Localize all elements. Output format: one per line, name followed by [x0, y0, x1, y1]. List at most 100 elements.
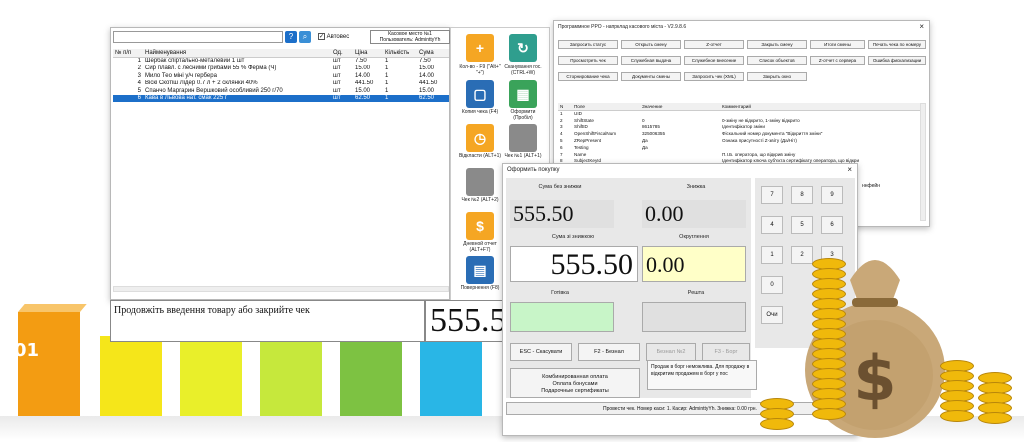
quantity-button[interactable]: +	[466, 34, 494, 62]
change-field	[642, 302, 746, 332]
close-shift-button[interactable]: Закрыть смену	[747, 40, 807, 49]
param-comment: 0-зміну не відкрито, 1-зміну відкрито	[722, 117, 800, 123]
discount-field[interactable]: 0.00	[642, 200, 746, 228]
table-row[interactable]: 3 ShiftID 8615785 Ідентифікатор зміни	[558, 124, 922, 131]
row-unit: шт	[333, 58, 341, 64]
fiscal-error-button[interactable]: Ошибка фискализации	[868, 56, 926, 65]
row-name: Шербак спіртально-металевий 1 шт	[145, 58, 245, 64]
table-row[interactable]: 7 Name П.І.Б. оператора, що відкрив зміну	[558, 151, 922, 158]
copy-receipt-button[interactable]: ▢	[466, 80, 494, 108]
service-withdrawal-button[interactable]: Служебная выдача	[621, 56, 681, 65]
table-row[interactable]: 1 UID	[558, 110, 922, 117]
receipt-1-button[interactable]	[509, 124, 537, 152]
param-field: UID	[574, 111, 582, 117]
key-7[interactable]: 7	[761, 186, 783, 204]
combined-payment-button[interactable]: Комбинированная оплата Оплата бонусами П…	[510, 368, 640, 398]
table-row[interactable]: 3 Мило Тео міні у/ч гербера шт 14.00 1 1…	[113, 72, 449, 80]
row-sum: 15.00	[419, 87, 435, 94]
param-value	[640, 110, 720, 117]
row-name: Мило Тео міні у/ч гербера	[145, 72, 217, 79]
postpone-button[interactable]: ◷	[466, 124, 494, 152]
postpone-label: Відкласти (ALT+1)	[458, 153, 502, 159]
z-report-button[interactable]: Z-отчет	[684, 40, 744, 49]
shift-documents-button[interactable]: Документы смены	[621, 72, 681, 81]
table-row[interactable]: 2 Сир плавл. с лесними грибами 55 % Ферм…	[113, 65, 449, 73]
total-display: 555.50	[425, 300, 505, 342]
table-row[interactable]: 6 Testing Да	[558, 144, 922, 151]
row-quantity: 1	[385, 72, 389, 79]
help-icon[interactable]: ?	[285, 31, 297, 43]
close-icon[interactable]: ×	[919, 22, 924, 31]
search-input[interactable]	[113, 31, 283, 43]
cashier-top-bar: ? ⌕ ✓ Автовес Касовое место №1 Пользоват…	[113, 30, 450, 45]
table-row[interactable]: 1 Шербак спіртально-металевий 1 шт шт 7.…	[113, 57, 449, 65]
checkout-label: Оформити (Пробіл)	[510, 109, 536, 121]
row-name: Віскі Скотіш Лідер 0.7 л + 2 склянки 40%	[145, 80, 258, 87]
key-9[interactable]: 9	[821, 186, 843, 204]
col-value: Значение	[640, 103, 720, 111]
goods-horizontal-scrollbar[interactable]	[113, 286, 449, 292]
row-unit: шт	[333, 72, 341, 79]
print-receipt-button[interactable]: Печать чека по номеру	[868, 40, 926, 49]
bar-blue	[420, 336, 482, 418]
z-report-server-button[interactable]: Z-отчет с сервера	[810, 56, 865, 65]
coin	[978, 412, 1012, 424]
close-window-button[interactable]: Закрыть окно	[747, 72, 807, 81]
param-comment: Ознака присутності Z-звіту (Да/Ніт)	[722, 138, 797, 144]
scan-button[interactable]: ↻	[509, 34, 537, 62]
table-row-selected[interactable]: 6 Кава в Львова нат. смак 225 г шт 62.50…	[113, 94, 449, 102]
table-row[interactable]: 4 Віскі Скотіш Лідер 0.7 л + 2 склянки 4…	[113, 80, 449, 88]
receipt-2-button[interactable]	[466, 168, 494, 196]
param-field: Testing	[574, 144, 589, 150]
row-unit: шт	[331, 94, 353, 102]
table-row[interactable]: 2 ShiftState 0 0-зміну не відкрито, 1-зміну…	[558, 117, 922, 124]
key-4[interactable]: 4	[761, 216, 783, 234]
cash-input[interactable]	[510, 302, 614, 332]
col-price: Ціна	[353, 49, 383, 58]
close-icon[interactable]: ×	[847, 165, 852, 174]
key-8[interactable]: 8	[791, 186, 813, 204]
cashless-button[interactable]: F2 - Безнал	[578, 343, 640, 361]
autoweight-toggle[interactable]: ✓ Автовес	[318, 33, 349, 40]
row-sum: 62.50	[417, 94, 449, 102]
param-n: 6	[560, 144, 563, 150]
table-row[interactable]: 5 Спанчо Маргарин Вершковий особливий 25…	[113, 87, 449, 95]
goods-header-row: № п/п Найменування Од. Ціна Кількість Су…	[113, 49, 449, 58]
cancel-button[interactable]: ESC - Скасувати	[510, 343, 572, 361]
request-status-button[interactable]: Запросить статус	[558, 40, 618, 49]
request-xml-button[interactable]: Запросить чек (XML)	[684, 72, 744, 81]
sum-no-discount-field: 555.50	[510, 200, 614, 228]
table-row[interactable]: 5 ZRepPresent Да Ознака присутності Z-звіту…	[558, 137, 922, 144]
shift-totals-button[interactable]: Итоги смены	[810, 40, 865, 49]
param-n: 7	[560, 151, 563, 157]
key-clear[interactable]: Очи	[761, 306, 783, 324]
row-number: 1	[137, 58, 141, 64]
storno-button[interactable]: Сторнирование чека	[558, 72, 618, 81]
coin	[940, 410, 974, 422]
key-0[interactable]: 0	[761, 276, 783, 294]
param-field: ZRepPresent	[574, 138, 602, 144]
return-button[interactable]: ▤	[466, 256, 494, 284]
sum-with-discount-field: 555.50	[510, 246, 638, 282]
key-5[interactable]: 5	[791, 216, 813, 234]
table-row[interactable]: 4 OpenShiftFiscalNum 325006355 Фіскальний н…	[558, 130, 922, 137]
debt-button[interactable]: F3 - Борг	[702, 343, 750, 361]
service-deposit-button[interactable]: Служебное внесение	[684, 56, 744, 65]
open-shift-button[interactable]: Открыть смену	[621, 40, 681, 49]
cashless-2-button[interactable]: Безнал №2	[646, 343, 696, 361]
checkout-button[interactable]: ▦	[509, 80, 537, 108]
rounding-field[interactable]: 0.00	[642, 246, 746, 282]
param-comment	[720, 110, 922, 117]
key-1[interactable]: 1	[761, 246, 783, 264]
daily-report-button[interactable]: $	[466, 212, 494, 240]
param-comment: П.І.Б. оператора, що відкрив зміну	[722, 151, 796, 157]
objects-list-button[interactable]: Список объектов	[747, 56, 807, 65]
params-vertical-scrollbar[interactable]	[920, 103, 926, 221]
row-quantity: 1	[385, 58, 389, 64]
row-sum: 441.50	[419, 80, 438, 87]
row-number: 4	[137, 80, 141, 87]
key-6[interactable]: 6	[821, 216, 843, 234]
autoweight-checkbox[interactable]: ✓	[318, 33, 325, 40]
search-icon[interactable]: ⌕	[299, 31, 311, 43]
view-receipt-button[interactable]: Просмотреть чек	[558, 56, 618, 65]
